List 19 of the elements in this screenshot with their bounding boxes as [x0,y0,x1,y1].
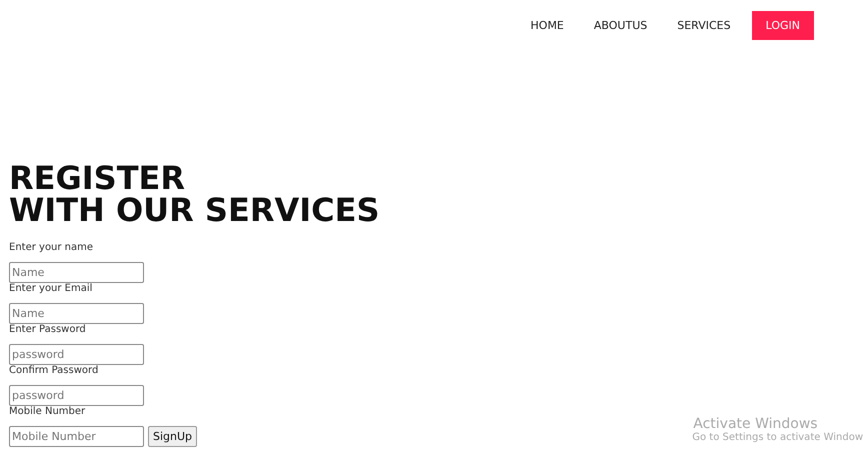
field-label: Enter your name [9,242,94,254]
field-label: Confirm Password [9,365,100,377]
input-field[interactable]: password [9,385,144,406]
field-label: Enter Password [9,324,87,336]
field-label: Enter your Email [9,283,94,295]
page-heading: REGISTER [9,162,186,194]
signup-button[interactable]: SignUp [148,426,198,447]
activation-title: Activate Windows [693,416,819,432]
input-field[interactable]: password [9,344,144,365]
activation-notice: Go to Settings to activate Window [692,432,863,443]
nav-link[interactable]: ABOUTUS [578,10,662,40]
login-button[interactable]: LOGIN [752,10,814,40]
nav-link[interactable]: HOME [516,10,579,40]
page-heading: WITH OUR SERVICES [9,194,381,226]
nav-link[interactable]: SERVICES [662,10,746,40]
input-field[interactable]: Name [9,303,144,324]
field-label: Mobile Number [9,406,86,418]
input-field[interactable]: Mobile Number [9,426,144,447]
input-field[interactable]: Name [9,262,144,283]
